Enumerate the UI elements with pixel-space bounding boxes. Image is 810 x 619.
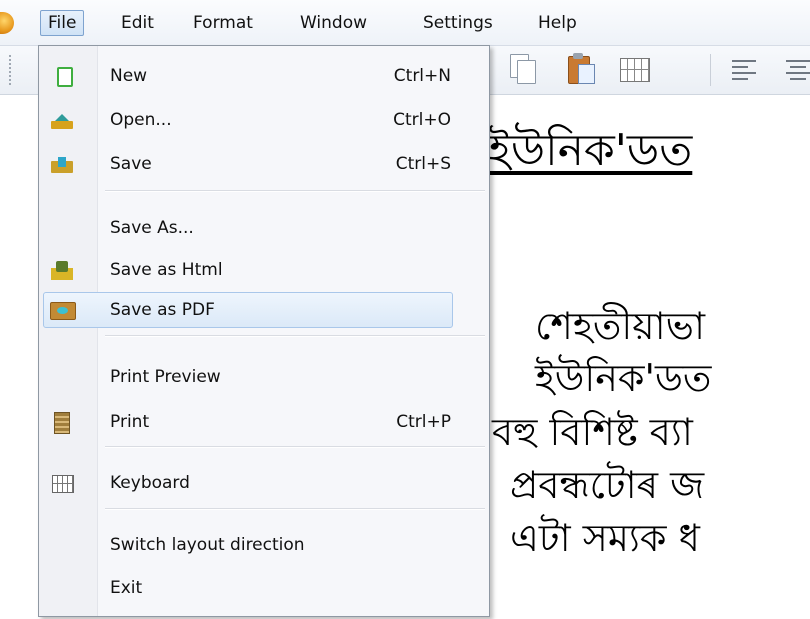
menu-item-print-preview[interactable]: Print Preview [39,358,489,396]
app-window: File Edit Format Window Settings Help ইউ… [0,0,810,619]
menu-item-label: Exit [110,578,143,598]
app-logo-icon [0,12,14,34]
document-title: ইউনিক'ডত [488,125,693,176]
menu-separator [105,446,485,448]
paste-sheet [578,64,595,84]
save-icon [51,157,73,173]
document-line: প্ৰবন্ধটোৰ জ [510,463,705,507]
menu-item-new[interactable]: New Ctrl+N [39,57,489,95]
menu-item-shortcut: Ctrl+P [396,412,451,432]
menu-item-label: Save as Html [110,260,223,280]
menu-bar: File Edit Format Window Settings Help [0,0,810,46]
menu-file[interactable]: File [40,10,85,36]
menu-item-save[interactable]: Save Ctrl+S [39,145,489,183]
menu-item-print[interactable]: Print Ctrl+P [39,403,489,441]
menu-item-keyboard[interactable]: Keyboard [39,464,489,502]
paste-clip [573,53,583,59]
menu-item-label: Print Preview [110,367,221,387]
keyboard-icon [52,475,74,493]
menu-settings[interactable]: Settings [423,12,493,34]
menu-item-label: Save [110,154,152,174]
copy-icon[interactable] [510,54,536,84]
menu-separator [105,190,485,192]
menu-item-label: Keyboard [110,473,190,493]
align-left-icon[interactable] [732,58,756,80]
menu-item-label: Save As... [110,218,194,238]
menu-separator [105,508,485,510]
align-center-icon[interactable] [786,58,810,80]
menu-edit[interactable]: Edit [121,12,154,34]
menu-item-shortcut: Ctrl+S [395,154,451,174]
file-menu-dropdown: New Ctrl+N Open... Ctrl+O Save Ctrl+S Sa… [38,45,490,617]
menu-item-save-as-html[interactable]: Save as Html [39,251,489,289]
menu-item-switch-layout-direction[interactable]: Switch layout direction [39,526,489,564]
keyboard-toolbar-icon[interactable] [620,58,650,82]
open-folder-icon [51,114,73,129]
menu-item-label: Open... [110,110,172,130]
menu-format[interactable]: Format [193,12,253,34]
toolbar-separator [710,54,711,86]
document-line: শেহতীয়াভা [535,304,705,348]
menu-item-save-as-pdf[interactable]: Save as PDF [39,291,489,329]
menu-help[interactable]: Help [538,12,577,34]
menu-item-label: Save as PDF [110,300,215,320]
toolbar-grip-icon[interactable] [8,54,12,86]
menu-item-open[interactable]: Open... Ctrl+O [39,101,489,139]
document-line: এটা সম্যক ধ [510,516,700,560]
new-file-icon [57,67,73,87]
menu-item-shortcut: Ctrl+O [393,110,451,130]
menu-item-label: Print [110,412,150,432]
menu-item-label: Switch layout direction [110,535,305,555]
menu-item-save-as[interactable]: Save As... [39,209,489,247]
document-line: ইউনিক'ডত [535,356,712,400]
menu-window[interactable]: Window [300,12,367,34]
document-line: বহু বিশিষ্ট ব্যা [492,410,693,454]
menu-item-highlight [43,292,453,328]
save-pdf-icon [50,302,76,320]
menu-item-shortcut: Ctrl+N [393,66,451,86]
save-html-icon [51,261,73,280]
print-icon [54,412,70,434]
menu-separator [105,335,485,337]
menu-item-exit[interactable]: Exit [39,569,489,607]
paste-icon[interactable] [566,52,596,86]
menu-item-label: New [110,66,148,86]
